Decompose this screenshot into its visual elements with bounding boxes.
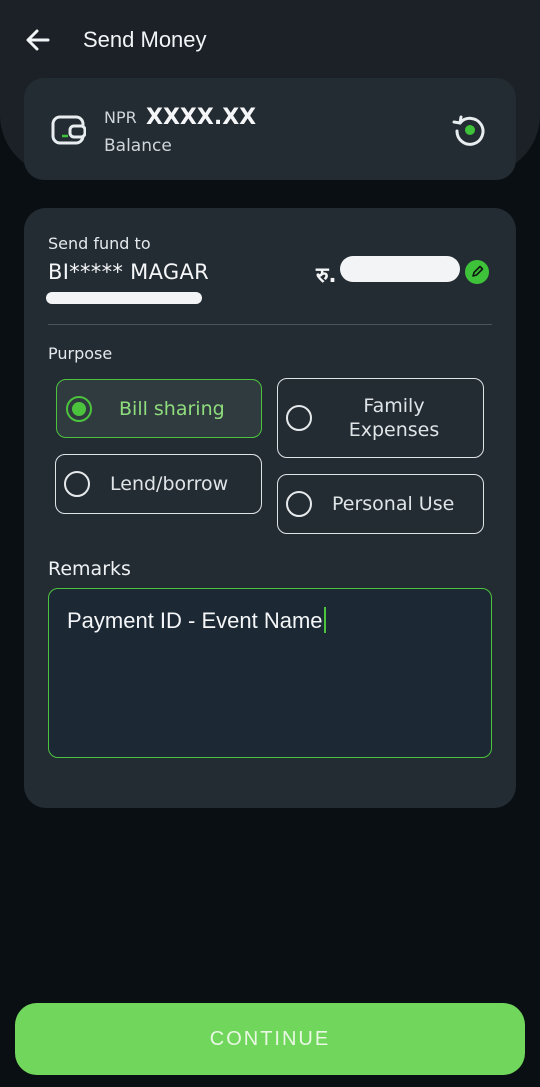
radio-unselected-icon (286, 491, 312, 517)
remarks-text-row: Payment ID - Event Name (67, 607, 326, 634)
recipient-name: BI***** MAGAR (48, 260, 210, 284)
redacted-account-number (46, 292, 202, 304)
send-form-card: Send fund to BI***** MAGAR रु. Purpose B… (24, 208, 516, 808)
purpose-option-personal-use[interactable]: Personal Use (277, 474, 484, 534)
purpose-option-bill-sharing[interactable]: Bill sharing (56, 379, 262, 438)
purpose-option-label: Personal Use (332, 493, 455, 515)
back-button[interactable] (22, 24, 54, 56)
divider (48, 324, 492, 325)
amount-currency-prefix: रु. (316, 263, 337, 287)
radio-unselected-icon (286, 405, 312, 431)
page-title: Send Money (83, 27, 207, 52)
balance-currency: NPR (104, 108, 137, 127)
remarks-label: Remarks (48, 558, 131, 580)
remarks-input[interactable]: Payment ID - Event Name (48, 588, 492, 758)
purpose-option-family-expenses[interactable]: Family Expenses (277, 378, 484, 458)
continue-button[interactable]: CONTINUE (15, 1003, 525, 1075)
balance-label: Balance (104, 136, 172, 156)
send-fund-label: Send fund to (48, 234, 151, 253)
refresh-icon (452, 115, 485, 146)
balance-card: NPR XXXX.XX Balance (24, 78, 516, 180)
remarks-value: Payment ID - Event Name (67, 608, 323, 633)
purpose-option-label: Family Expenses (348, 395, 440, 441)
redacted-amount (340, 256, 460, 282)
pencil-icon (472, 265, 484, 277)
balance-amount: XXXX.XX (146, 105, 257, 130)
purpose-label: Purpose (48, 344, 113, 363)
app-header: Send Money (0, 0, 540, 80)
purpose-option-lend-borrow[interactable]: Lend/borrow (55, 454, 262, 514)
back-arrow-icon (26, 29, 50, 51)
edit-amount-button[interactable] (465, 260, 489, 284)
text-cursor (323, 607, 326, 633)
purpose-option-label: Bill sharing (119, 398, 225, 420)
purpose-option-label: Lend/borrow (110, 473, 229, 495)
refresh-balance-button[interactable] (450, 110, 490, 150)
radio-selected-icon (66, 396, 92, 422)
radio-unselected-icon (64, 471, 90, 497)
wallet-icon (51, 115, 86, 145)
